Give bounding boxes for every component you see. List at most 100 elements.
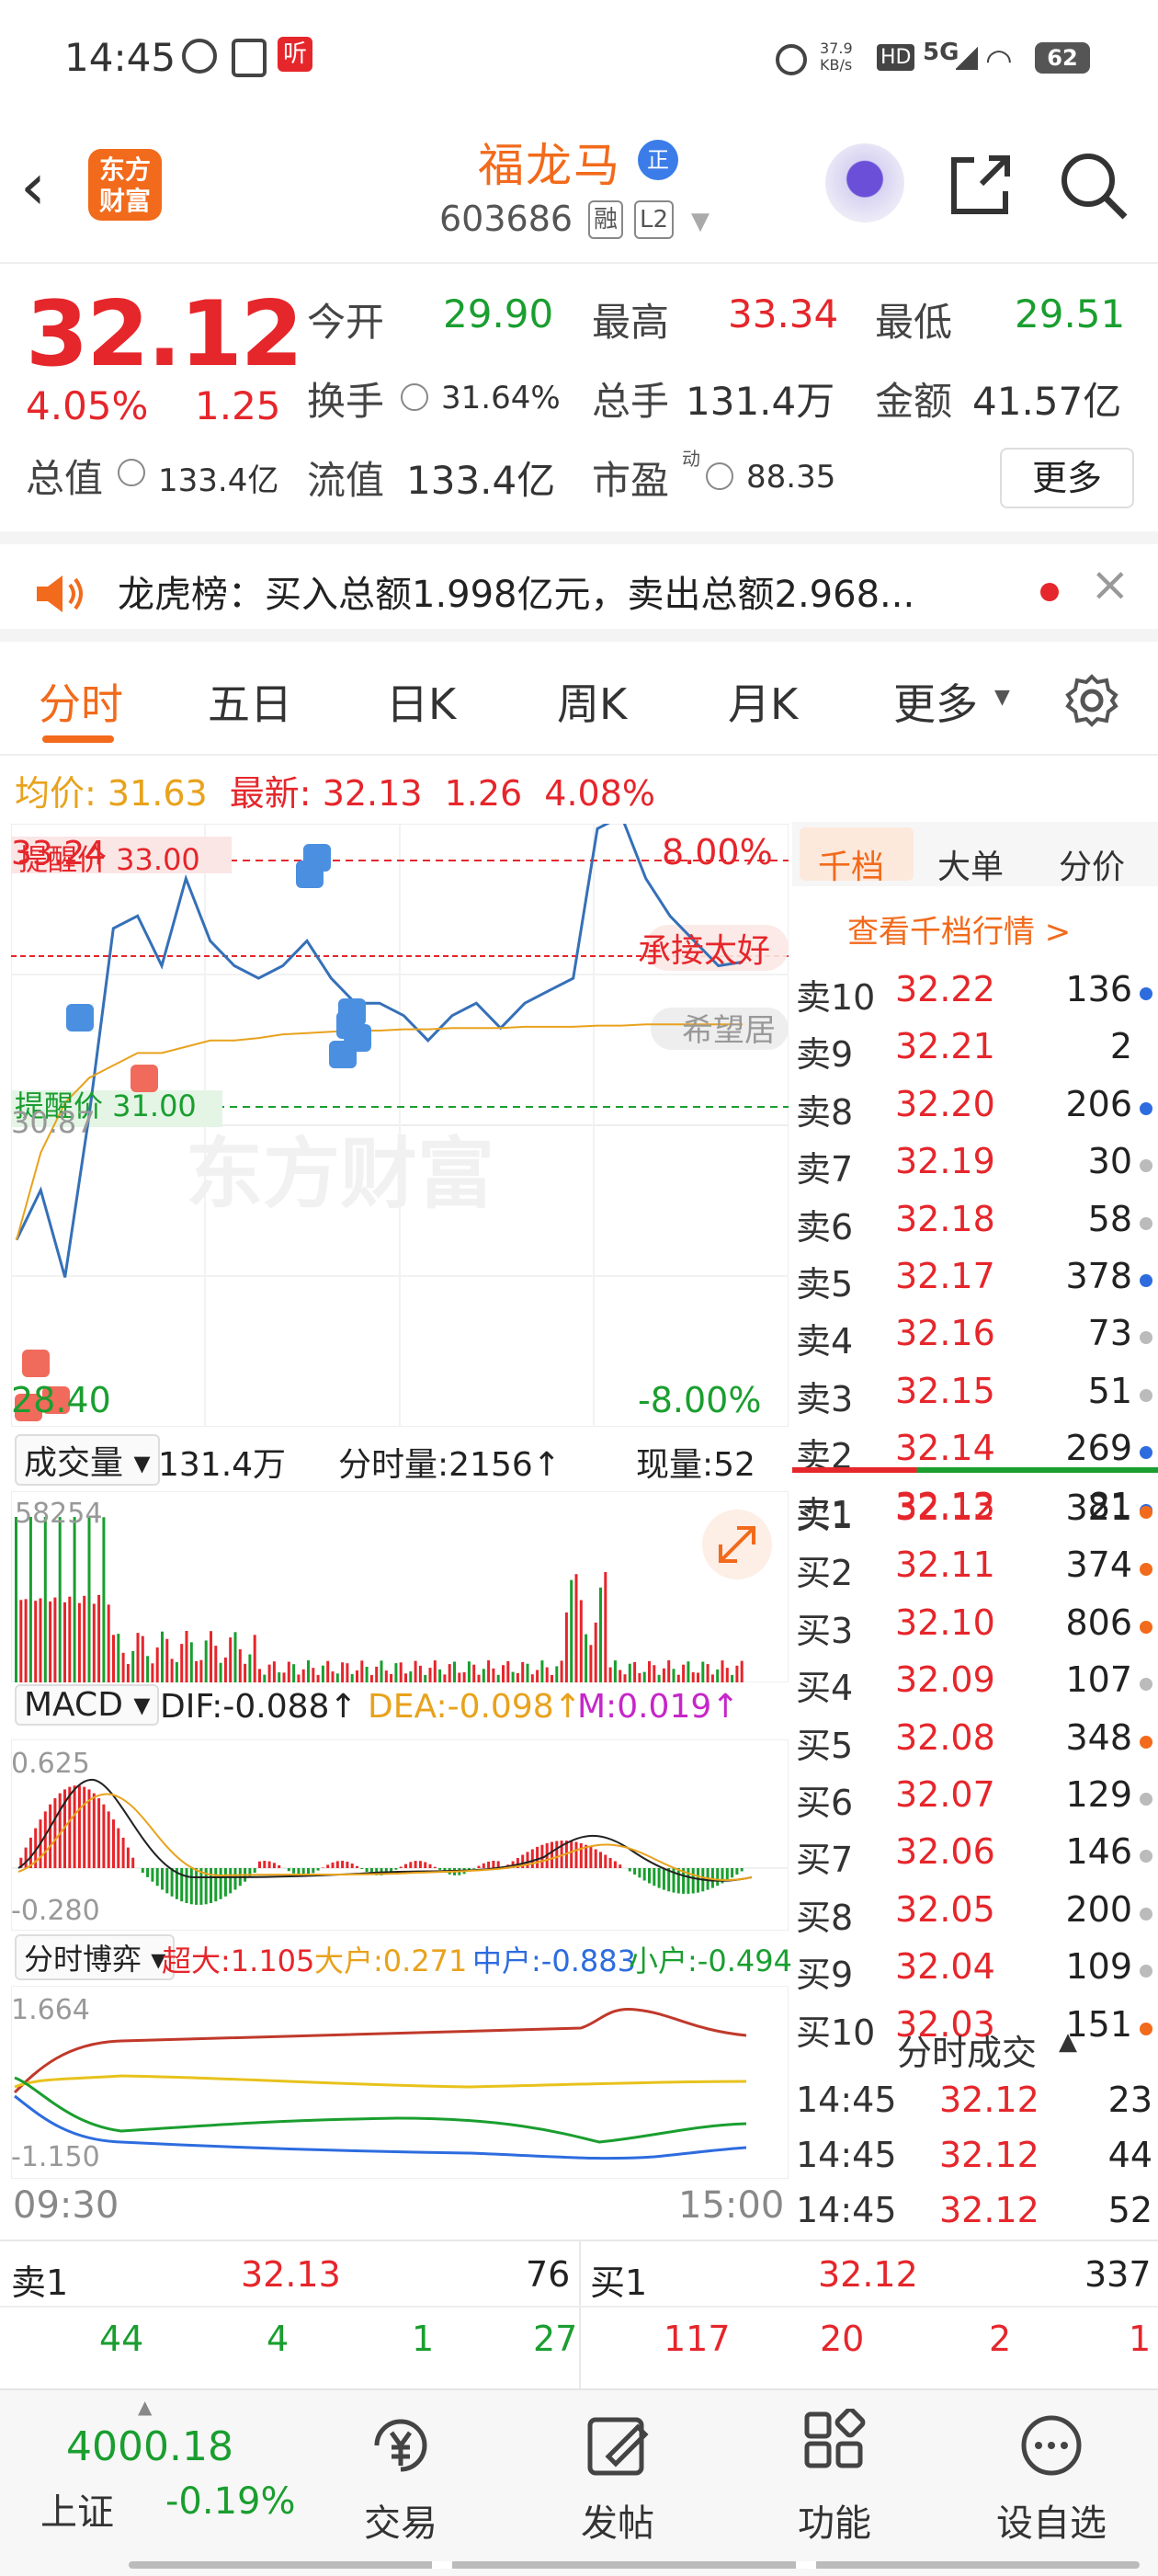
- bid-row[interactable]: 买332.10806: [792, 1602, 1158, 1654]
- index-pct[interactable]: -0.19%: [165, 2480, 296, 2523]
- nav-add-watchlist[interactable]: 设自选: [978, 2409, 1125, 2547]
- macd-bar: [180, 1868, 183, 1901]
- more-button[interactable]: 更多: [1000, 448, 1134, 508]
- nav-trade[interactable]: 交易: [327, 2409, 474, 2547]
- collapse-up-icon[interactable]: ▲: [138, 2396, 152, 2418]
- quote-panel: 32.12 4.05% 1.25 总值 133.4亿 今开 29.90 最高 3…: [0, 264, 1158, 530]
- macd-bar: [142, 1868, 144, 1873]
- ask-row[interactable]: 卖1032.22136: [792, 969, 1158, 1020]
- macd-bar: [273, 1863, 276, 1868]
- gear-icon[interactable]: [1062, 671, 1121, 730]
- volume-bar: [258, 1669, 261, 1682]
- volume-bar: [624, 1674, 627, 1682]
- pe-label: 市盈: [592, 450, 669, 506]
- volume-chart[interactable]: 58254: [11, 1491, 789, 1682]
- bid-row[interactable]: 买932.04109: [792, 1946, 1158, 1998]
- volume-bar: [186, 1631, 188, 1682]
- bid-row[interactable]: 买832.05200: [792, 1889, 1158, 1941]
- search-icon[interactable]: [1057, 149, 1130, 222]
- info-icon[interactable]: [118, 459, 145, 486]
- volume-bar: [658, 1675, 661, 1682]
- volume-bar: [648, 1661, 651, 1682]
- avg-label: 均价:: [15, 773, 96, 814]
- dropdown-icon[interactable]: ▼: [691, 208, 710, 235]
- macd-chart[interactable]: 0.625 -0.280: [11, 1739, 789, 1931]
- volume-bar: [220, 1663, 222, 1682]
- ask-price: 32.18: [895, 1199, 995, 1239]
- macd-bar: [146, 1868, 149, 1877]
- sort-up-icon[interactable]: ▲: [1059, 2028, 1077, 2056]
- tab-weekly-k[interactable]: 周K: [557, 671, 627, 732]
- macd-bar: [59, 1794, 62, 1868]
- tab-dadan[interactable]: 大单: [937, 840, 1004, 888]
- grid-apps-icon: [798, 2409, 871, 2482]
- volume-bar: [40, 1599, 42, 1683]
- bid-row[interactable]: 买432.09107: [792, 1659, 1158, 1711]
- sell-marker: [344, 1024, 371, 1052]
- volume-bar: [341, 1662, 344, 1682]
- nav-post[interactable]: 发帖: [544, 2409, 691, 2547]
- eastmoney-logo: 东方 财富: [88, 149, 162, 221]
- index-name[interactable]: 上证: [40, 2482, 114, 2536]
- tab-qiandang[interactable]: 千档: [818, 840, 884, 888]
- bid-row[interactable]: 买532.08348: [792, 1717, 1158, 1769]
- volume-bar: [555, 1666, 558, 1682]
- volume-bar: [332, 1671, 335, 1682]
- tab-fenshi[interactable]: 分时: [39, 671, 123, 732]
- ask-row[interactable]: 卖932.212: [792, 1026, 1158, 1077]
- news-banner[interactable]: 龙虎榜：买入总额1.998亿元，卖出总额2.968... ×: [0, 531, 1158, 642]
- view-qiandang-link[interactable]: 查看千档行情 >: [847, 906, 1071, 952]
- fund-flow-chart[interactable]: 1.664 -1.150: [11, 1986, 789, 2179]
- intraday-price-chart[interactable]: 东方财富 33.24 提醒价 33.00 8.00% 承接太好 希望居 提醒价 …: [11, 824, 789, 1427]
- macd-bar: [394, 1868, 397, 1870]
- mktcap-value: 133.4亿: [158, 455, 278, 500]
- macd-bar: [741, 1868, 744, 1872]
- flow-selector[interactable]: 分时博弈 ▾: [15, 1934, 175, 1980]
- bid-row[interactable]: 买632.07129: [792, 1774, 1158, 1826]
- index-value[interactable]: 4000.18: [66, 2423, 233, 2470]
- volume-bar: [663, 1669, 665, 1682]
- robot-assistant-icon[interactable]: [825, 143, 904, 222]
- float-label: 流值: [307, 450, 384, 506]
- tab-monthly-k[interactable]: 月K: [728, 671, 798, 732]
- ask-price: 32.21: [895, 1026, 995, 1066]
- bid-row[interactable]: 买232.11374: [792, 1544, 1158, 1596]
- volume-bar: [424, 1675, 426, 1682]
- info-icon[interactable]: [706, 462, 733, 490]
- trades-title[interactable]: 分时成交: [897, 2024, 1037, 2075]
- bid-row[interactable]: 买732.06146: [792, 1831, 1158, 1883]
- volume-selector[interactable]: 成交量 ▾: [15, 1434, 160, 1486]
- volume-bar: [434, 1660, 437, 1682]
- volume-bar: [390, 1674, 392, 1682]
- share-icon[interactable]: [947, 149, 1016, 219]
- volume-bar: [53, 1598, 56, 1682]
- ask-row[interactable]: 卖732.1930: [792, 1141, 1158, 1192]
- bid-row[interactable]: 买132.12321: [792, 1487, 1158, 1539]
- nav-functions[interactable]: 功能: [761, 2409, 908, 2547]
- ask-row[interactable]: 卖832.20206: [792, 1084, 1158, 1135]
- news-text[interactable]: 龙虎榜：买入总额1.998亿元，卖出总额2.968...: [118, 564, 914, 618]
- macd-selector[interactable]: MACD ▾: [15, 1684, 159, 1726]
- tab-daily-k[interactable]: 日K: [386, 671, 456, 732]
- ask-row[interactable]: 卖532.17378: [792, 1256, 1158, 1307]
- ask-level: 卖3: [796, 1371, 853, 1421]
- speaker-icon: [33, 572, 86, 616]
- ask-row[interactable]: 卖632.1858: [792, 1199, 1158, 1250]
- tab-more[interactable]: 更多: [893, 671, 978, 732]
- volume-max-label: 58254: [15, 1498, 102, 1530]
- macd-bar: [419, 1861, 422, 1868]
- order-flag-dot: [1140, 1908, 1152, 1921]
- pe-sup: 动: [682, 444, 700, 471]
- tab-five-day[interactable]: 五日: [208, 671, 292, 732]
- tab-fenjia[interactable]: 分价: [1059, 840, 1125, 888]
- close-icon[interactable]: ×: [1090, 557, 1130, 612]
- info-icon[interactable]: [401, 383, 428, 411]
- back-icon[interactable]: ‹: [20, 154, 46, 219]
- volume-bar: [443, 1674, 446, 1682]
- macd-bar: [360, 1868, 363, 1869]
- ask-row[interactable]: 卖332.1551: [792, 1371, 1158, 1422]
- ask-row[interactable]: 卖432.1673: [792, 1313, 1158, 1364]
- volume-bar: [366, 1667, 369, 1682]
- macd-bar: [122, 1838, 125, 1868]
- volume-bar: [667, 1660, 670, 1682]
